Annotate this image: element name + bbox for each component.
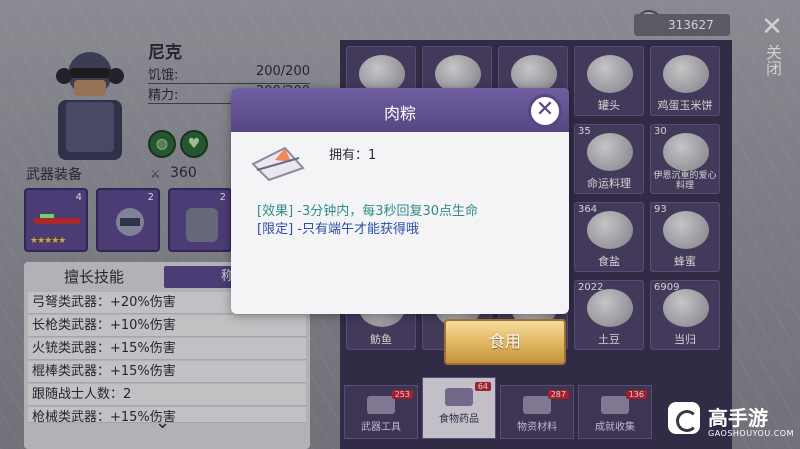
gaoshouyou-logo-icon bbox=[668, 402, 700, 434]
watermark-url: GAOSHOUYOU.COM bbox=[708, 429, 795, 438]
popup-title: 肉粽 bbox=[383, 104, 416, 123]
popup-header: 肉粽 bbox=[231, 88, 569, 132]
item-detail-popup: 肉粽 拥有：1 [效果] -3分钟内，每3秒回复30点生命 [限定] -只有端午… bbox=[231, 88, 569, 314]
close-popup-button[interactable]: ✕ bbox=[528, 94, 562, 128]
watermark-name: 高手游 bbox=[708, 406, 768, 430]
zongzi-icon bbox=[251, 146, 305, 182]
owned-count: 拥有：1 bbox=[329, 148, 377, 163]
effect-text: [效果] -3分钟内，每3秒回复30点生命 bbox=[257, 204, 479, 219]
eat-button[interactable]: 食用 bbox=[444, 319, 566, 365]
watermark: 高手游 GAOSHOUYOU.COM bbox=[668, 402, 796, 446]
limit-text: [限定] -只有端午才能获得哦 bbox=[257, 222, 419, 237]
